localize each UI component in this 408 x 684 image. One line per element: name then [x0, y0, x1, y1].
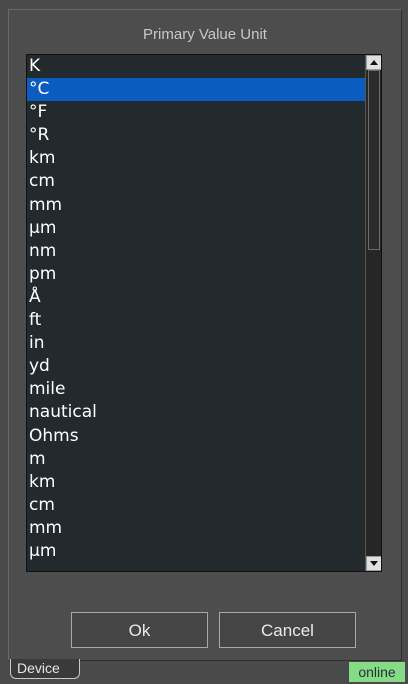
scroll-down-button[interactable] — [366, 556, 381, 571]
list-item[interactable]: cm — [27, 494, 365, 517]
list-item[interactable]: K — [27, 55, 365, 78]
unit-list[interactable]: K °C °F °R km cm mm µm nm pm Åft in yd mile nautical Oh… — [27, 55, 365, 571]
list-item[interactable]: µm — [27, 217, 365, 240]
list-item[interactable]: mm — [27, 194, 365, 217]
list-item[interactable]: km — [27, 147, 365, 170]
list-item[interactable]: yd — [27, 355, 365, 378]
cancel-button[interactable]: Cancel — [219, 612, 356, 648]
list-item[interactable]: m — [27, 448, 365, 471]
vertical-scrollbar[interactable] — [365, 55, 381, 571]
unit-listbox[interactable]: K °C °F °R km cm mm µm nm pm Åft in yd mile nautical Oh… — [26, 54, 382, 572]
list-item[interactable]: °R — [27, 124, 365, 147]
tab-device[interactable]: Device — [10, 659, 80, 679]
arrow-down-icon — [370, 561, 378, 566]
list-item[interactable]: Å — [27, 286, 365, 309]
list-item[interactable]: nm — [27, 240, 365, 263]
arrow-up-icon — [370, 60, 378, 65]
list-item[interactable]: °F — [27, 101, 365, 124]
list-item[interactable]: mm — [27, 517, 365, 540]
list-item[interactable]: cm — [27, 170, 365, 193]
dialog-title: Primary Value Unit — [143, 26, 267, 43]
app-window: Primary Value Unit K °C °F °R km cm mm µm nm pm Åf… — [0, 0, 408, 684]
list-item[interactable]: µm — [27, 540, 365, 563]
scroll-up-button[interactable] — [366, 55, 381, 70]
list-item[interactable]: ft — [27, 309, 365, 332]
status-badge: online — [349, 662, 405, 682]
list-item[interactable]: mile — [27, 378, 365, 401]
unit-dialog: Primary Value Unit K °C °F °R km cm mm µm nm pm Åf… — [8, 9, 402, 661]
scrollbar-thumb[interactable] — [368, 70, 380, 250]
list-item[interactable]: km — [27, 471, 365, 494]
list-item[interactable]: pm — [27, 263, 365, 286]
list-item[interactable]: Ohms — [27, 425, 365, 448]
list-item[interactable]: °C — [27, 78, 365, 102]
ok-button[interactable]: Ok — [71, 612, 208, 648]
list-item[interactable]: in — [27, 332, 365, 355]
list-item[interactable]: nautical — [27, 401, 365, 424]
